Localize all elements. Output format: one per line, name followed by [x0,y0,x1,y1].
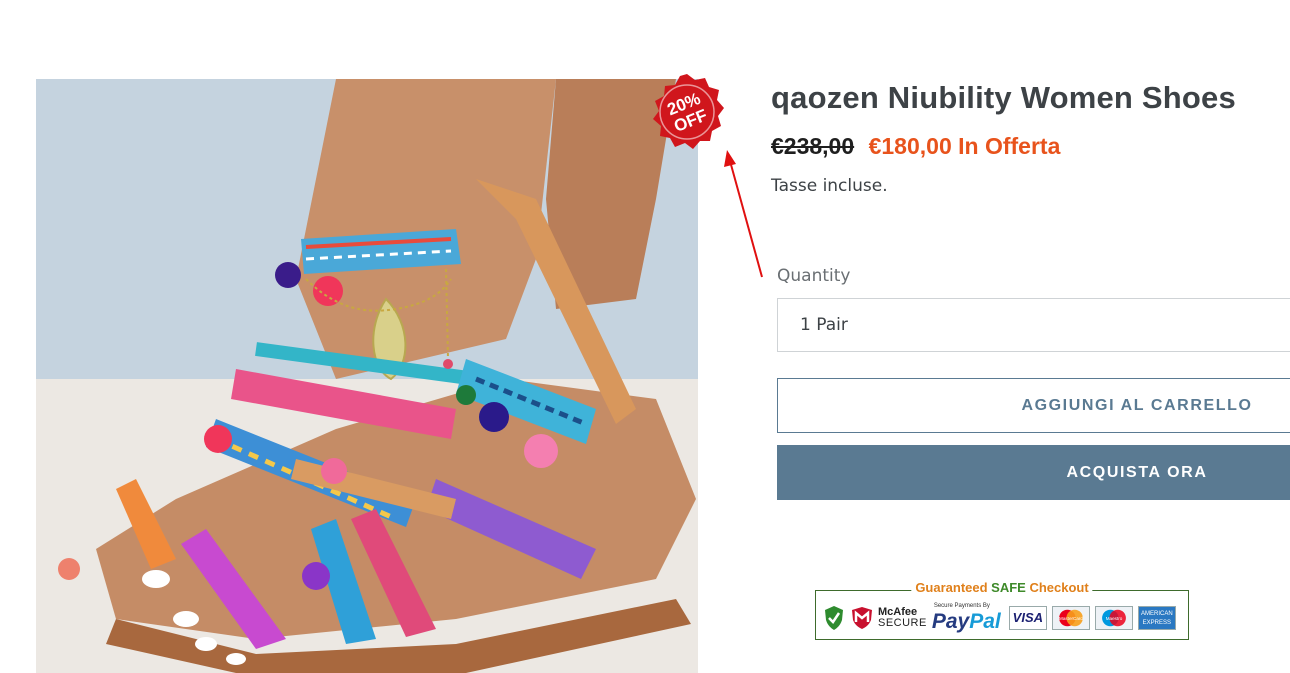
add-to-cart-button[interactable]: AGGIUNGI AL CARRELLO [777,378,1290,433]
safe-checkout-title: Guaranteed SAFE Checkout [911,580,1093,595]
paypal-pal: Pal [969,610,1001,633]
safe-checkout-badge: Guaranteed SAFE Checkout McAfee SECURE S… [815,580,1189,640]
annotation-arrow [724,150,763,278]
price-row: €238,00 €180,00 In Offerta [771,133,1060,160]
add-to-cart-label: AGGIUNGI AL CARRELLO [1021,397,1253,414]
original-price: €238,00 [771,133,855,159]
safe-title-safe: SAFE [991,580,1026,595]
amex-line2: EXPRESS [1142,620,1172,626]
maestro-logo: Maestro [1094,606,1133,630]
paypal-logo: Secure Payments By PayPal [932,603,1004,633]
safe-title-suffix: Checkout [1025,580,1089,595]
quantity-selected-value: 1 Pair [800,315,848,335]
paypal-pay: Pay [931,610,970,633]
payment-logos: McAfee SECURE Secure Payments By PayPal … [822,603,1181,633]
aes-shield-icon [825,606,843,630]
buy-now-button[interactable]: ACQUISTA ORA [777,445,1290,500]
paypal-tagline: Secure Payments By [933,603,990,609]
mastercard-text: MasterCard [1059,616,1083,621]
sale-price: €180,00 In Offerta [868,133,1061,159]
product-image[interactable] [36,79,698,673]
amex-line1: AMERICAN [1141,611,1173,617]
mcafee-secure-logo: McAfee SECURE [878,607,927,629]
mcafee-secure: SECURE [878,617,927,629]
quantity-select[interactable]: 1 Pair [777,298,1290,352]
visa-logo: VISA [1008,606,1047,630]
mastercard-logo: MasterCard [1051,606,1090,630]
amex-logo: AMERICAN EXPRESS [1137,606,1176,630]
mcafee-shield-icon [852,607,872,629]
quantity-label: Quantity [777,266,851,286]
safe-title-prefix: Guaranteed [915,580,992,595]
sandals-illustration [36,79,698,673]
buy-now-label: ACQUISTA ORA [1066,464,1208,481]
product-title: qaozen Niubility Women Shoes [771,80,1236,115]
discount-badge: 20% OFF [653,74,724,149]
maestro-text: Maestro [1106,616,1123,621]
tax-note: Tasse incluse. [771,176,888,196]
